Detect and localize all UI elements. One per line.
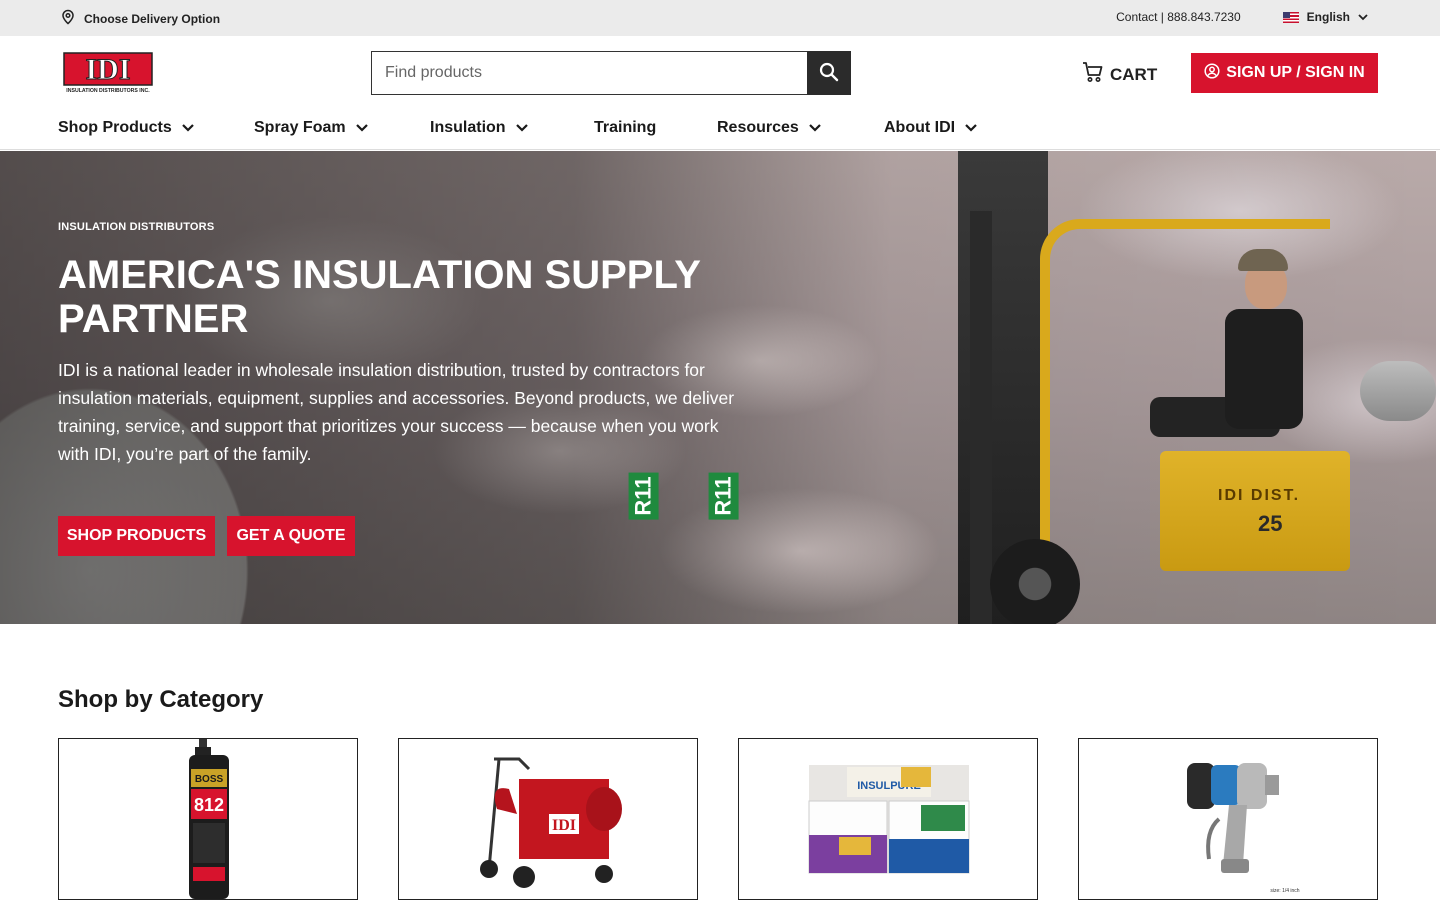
insulation-bag-label: R11	[708, 472, 739, 520]
forklift-mast	[970, 211, 992, 624]
shop-by-category-title: Shop by Category	[58, 686, 264, 713]
nav-item-resources[interactable]: Resources	[717, 119, 821, 137]
chevron-down-icon	[1358, 10, 1368, 24]
hero-description: IDI is a national leader in wholesale in…	[58, 360, 735, 464]
shop-products-button[interactable]: SHOP PRODUCTS	[58, 516, 215, 556]
delivery-option-link[interactable]: Choose Delivery Option	[60, 9, 220, 28]
nav-item-shop-products[interactable]: Shop Products	[58, 119, 194, 137]
signup-label: SIGN UP / SIGN IN	[1226, 64, 1365, 81]
nav-item-spray-foam[interactable]: Spray Foam	[254, 119, 368, 137]
main-nav: Shop Products Spray Foam Insulation Trai…	[0, 110, 1440, 150]
chevron-down-icon	[809, 119, 821, 137]
search-input[interactable]	[371, 51, 807, 95]
hero-title: AMERICA'S INSULATION SUPPLY PARTNER	[58, 253, 701, 341]
worker-cap	[1238, 249, 1288, 271]
nav-item-label: Shop Products	[58, 119, 172, 136]
cart-link[interactable]: CART	[1082, 61, 1157, 88]
chevron-down-icon	[965, 119, 977, 137]
chevron-down-icon	[355, 119, 368, 137]
forklift-text: IDI DIST.	[1218, 487, 1301, 504]
location-pin-icon	[60, 9, 76, 28]
category-card-spray-equipment[interactable]: size: 1/4 inch	[1078, 738, 1378, 900]
nav-item-label: Insulation	[430, 119, 506, 136]
delivery-option-label: Choose Delivery Option	[84, 11, 221, 26]
product-text: 812	[194, 795, 224, 815]
idi-logo[interactable]: IDI INSULATION DISTRIBUTORS INC.	[62, 51, 154, 95]
nav-item-label: Spray Foam	[254, 119, 346, 136]
logo-text: IDI	[85, 53, 130, 86]
signup-signin-button[interactable]: SIGN UP / SIGN IN	[1191, 53, 1378, 93]
product-text: IDI	[552, 817, 576, 834]
us-flag-icon	[1282, 11, 1299, 23]
search-icon	[819, 62, 839, 85]
utility-bar: Choose Delivery Option Contact | 888.843…	[0, 0, 1440, 36]
forklift-number: 25	[1258, 511, 1283, 536]
user-circle-icon	[1204, 62, 1220, 84]
propane-tank	[1360, 361, 1436, 421]
insulation-bags-image: INSULPURE	[808, 765, 970, 874]
nav-item-about-idi[interactable]: About IDI	[884, 119, 977, 137]
hero-eyebrow: INSULATION DISTRIBUTORS	[58, 221, 215, 233]
forklift-body	[1160, 451, 1350, 571]
get-a-quote-button[interactable]: GET A QUOTE	[227, 516, 355, 556]
forklift-wheel	[990, 539, 1080, 624]
blowing-machine-image: IDI	[480, 757, 622, 888]
search-button[interactable]	[807, 51, 851, 95]
nav-item-label: About IDI	[884, 119, 956, 136]
nav-item-label: Training	[594, 119, 657, 136]
category-card-insulation[interactable]: INSULPURE	[738, 738, 1038, 900]
nav-item-label: Resources	[717, 119, 799, 136]
language-label: English	[1306, 10, 1350, 24]
category-card-blowing-machine[interactable]: IDI	[398, 738, 698, 900]
insulation-bag-label: R11	[628, 472, 659, 520]
language-selector[interactable]: English	[1282, 10, 1368, 24]
contact-phone-link[interactable]: Contact | 888.843.7230	[1116, 10, 1241, 24]
cart-label: CART	[1110, 64, 1158, 84]
nav-item-insulation[interactable]: Insulation	[430, 119, 528, 137]
cart-icon	[1082, 61, 1104, 88]
svg-text:BOSS: BOSS	[195, 774, 224, 785]
chevron-down-icon	[515, 119, 528, 137]
logo-subtext: INSULATION DISTRIBUTORS INC.	[66, 88, 150, 94]
spray-gun-image: size: 1/4 inch	[1187, 763, 1300, 894]
category-card-spray-foam[interactable]: BOSS 812	[58, 738, 358, 900]
search-bar	[371, 51, 851, 95]
worker-body	[1225, 309, 1303, 429]
product-text: size: 1/4 inch	[1270, 888, 1299, 894]
spray-foam-can-image: BOSS 812	[189, 739, 229, 899]
hero-banner: R11 R11 IDI DIST. 25 INSULATION DISTRIBU…	[0, 151, 1436, 624]
nav-item-training[interactable]: Training	[594, 119, 656, 137]
chevron-down-icon	[182, 119, 194, 137]
